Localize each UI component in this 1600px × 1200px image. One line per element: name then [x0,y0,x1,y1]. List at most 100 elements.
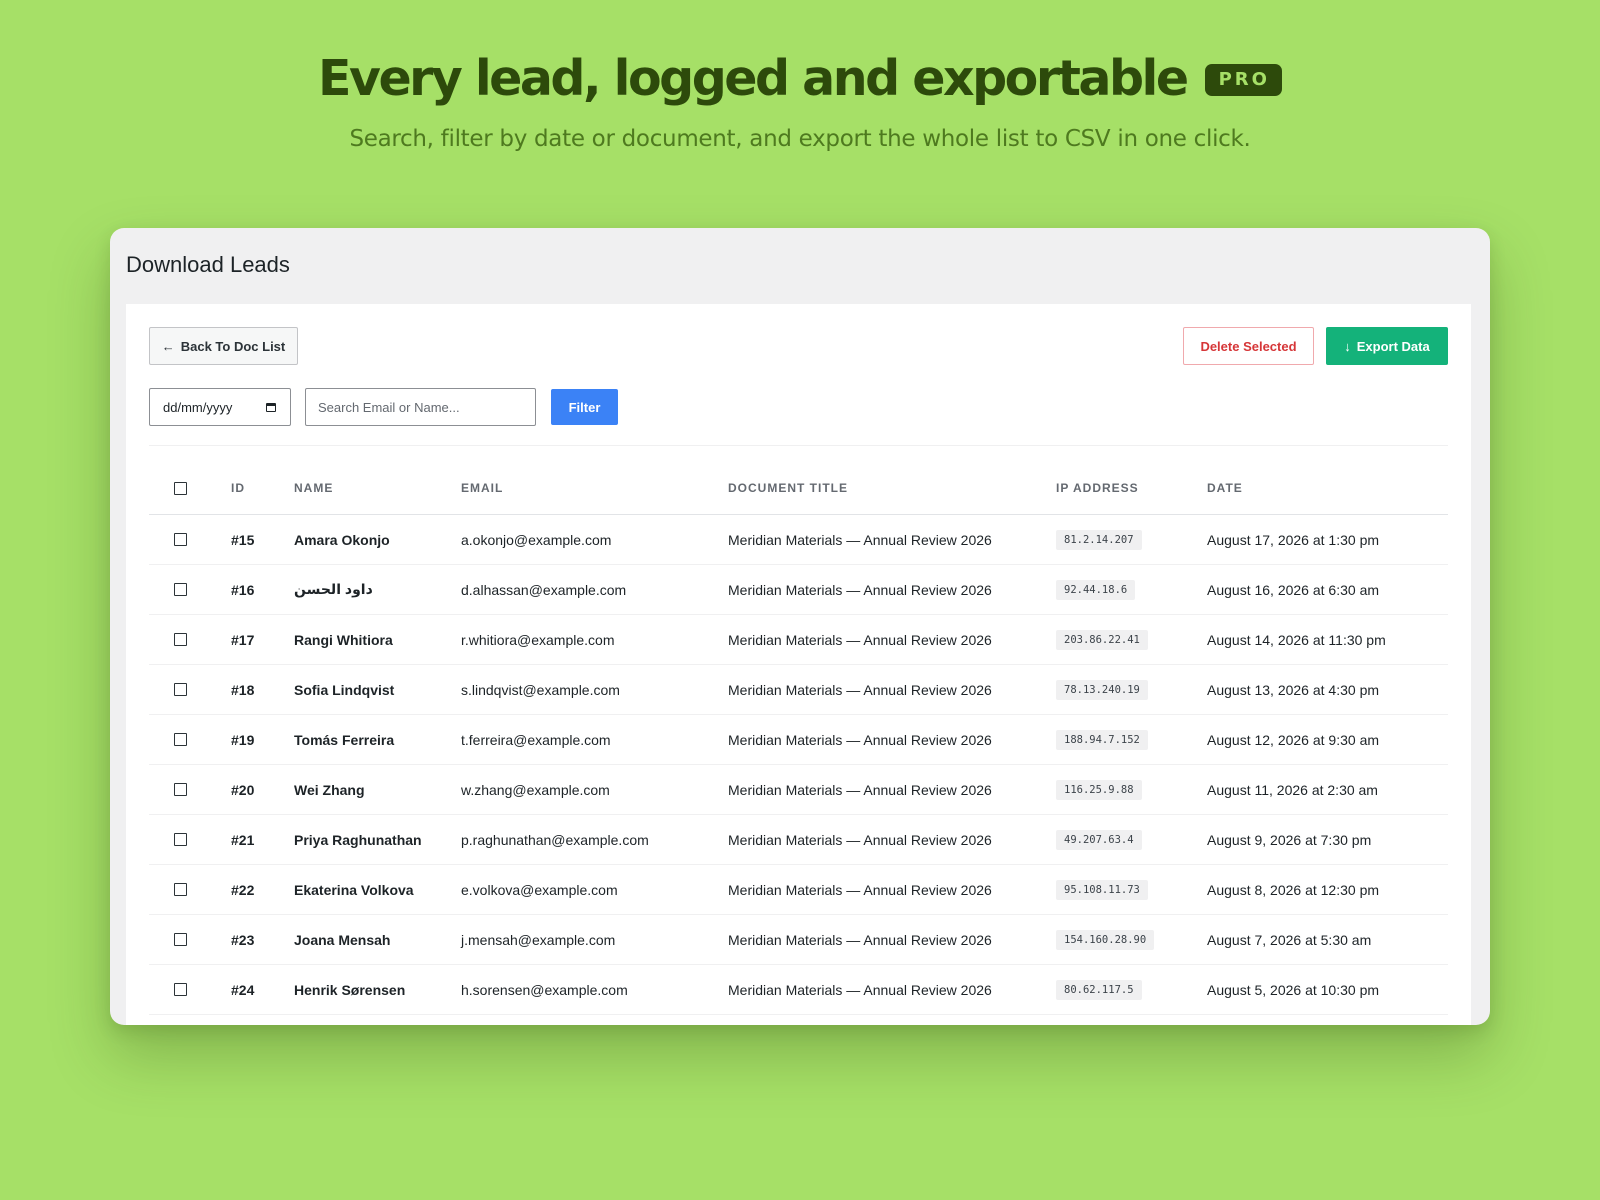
lead-ip-cell: 49.207.63.4 [1056,814,1207,865]
row-checkbox[interactable] [174,583,187,596]
lead-ip-address: 49.207.63.4 [1056,829,1142,850]
row-select-cell [149,614,231,665]
row-checkbox[interactable] [174,783,187,796]
lead-id: #19 [231,714,294,765]
back-to-doc-list-button[interactable]: ← Back To Doc List [149,327,298,365]
lead-date: August 5, 2026 at 10:30 pm [1207,964,1448,1015]
leads-panel: ← Back To Doc List Delete Selected ↓ Exp… [126,304,1471,1025]
lead-date: August 13, 2026 at 4:30 pm [1207,664,1448,715]
row-checkbox[interactable] [174,683,187,696]
filter-button-label: Filter [568,399,601,415]
row-select-cell [149,514,231,565]
leads-table: ID NAME EMAIL DOCUMENT TITLE IP ADDRESS … [149,462,1448,1015]
lead-document-title: Meridian Materials — Annual Review 2026 [728,964,1056,1015]
row-select-cell [149,814,231,865]
arrow-left-icon: ← [161,338,175,354]
lead-email-link[interactable]: t.ferreira@example.com [461,714,728,765]
row-checkbox[interactable] [174,633,187,646]
table-row: #20 Wei Zhang w.zhang@example.com Meridian … [149,764,1448,815]
lead-email-link[interactable]: d.alhassan@example.com [461,564,728,615]
lead-date: August 12, 2026 at 9:30 am [1207,714,1448,765]
lead-ip-cell: 92.44.18.6 [1056,564,1207,615]
search-input[interactable] [305,388,536,426]
hero-title: Every lead, logged and exportable [318,50,1189,107]
lead-ip-address: 92.44.18.6 [1056,579,1136,600]
column-header-id[interactable]: ID [231,462,294,515]
lead-email-link[interactable]: s.lindqvist@example.com [461,664,728,715]
lead-id: #16 [231,564,294,615]
delete-selected-button[interactable]: Delete Selected [1183,327,1314,365]
row-checkbox[interactable] [174,733,187,746]
lead-name: Rangi Whitiora [294,614,461,665]
date-placeholder: dd/mm/yyyy [163,399,233,415]
row-select-cell [149,914,231,965]
table-row: #24 Henrik Sørensen h.sorensen@example.com… [149,964,1448,1015]
date-filter-input[interactable]: dd/mm/yyyy [149,388,291,426]
lead-document-title: Meridian Materials — Annual Review 2026 [728,714,1056,765]
lead-name: Amara Okonjo [294,514,461,565]
row-select-cell [149,664,231,715]
lead-date: August 14, 2026 at 11:30 pm [1207,614,1448,665]
lead-document-title: Meridian Materials — Annual Review 2026 [728,814,1056,865]
table-row: #15 Amara Okonjo a.okonjo@example.com Merid… [149,514,1448,565]
row-checkbox[interactable] [174,533,187,546]
lead-id: #22 [231,864,294,915]
row-select-cell [149,964,231,1015]
lead-email-link[interactable]: e.volkova@example.com [461,864,728,915]
column-header-ip-address[interactable]: IP ADDRESS [1056,462,1207,515]
row-select-cell [149,564,231,615]
lead-email-link[interactable]: w.zhang@example.com [461,764,728,815]
lead-document-title: Meridian Materials — Annual Review 2026 [728,514,1056,565]
table-row: #17 Rangi Whitiora r.whitiora@example.com M… [149,614,1448,665]
hero-subtitle: Search, filter by date or document, and … [349,126,1251,152]
lead-email-link[interactable]: r.whitiora@example.com [461,614,728,665]
row-checkbox[interactable] [174,933,187,946]
back-button-label: Back To Doc List [180,338,286,354]
calendar-icon[interactable] [266,402,276,412]
lead-date: August 17, 2026 at 1:30 pm [1207,514,1448,565]
row-checkbox[interactable] [174,833,187,846]
column-header-document-title[interactable]: DOCUMENT TITLE [728,462,1056,515]
row-checkbox[interactable] [174,983,187,996]
lead-email-link[interactable]: p.raghunathan@example.com [461,814,728,865]
lead-ip-address: 154.160.28.90 [1056,929,1155,950]
lead-document-title: Meridian Materials — Annual Review 2026 [728,914,1056,965]
lead-email-link[interactable]: a.okonjo@example.com [461,514,728,565]
lead-document-title: Meridian Materials — Annual Review 2026 [728,614,1056,665]
app-window: Download Leads ← Back To Doc List Delete… [110,228,1490,1025]
lead-name: Tomás Ferreira [294,714,461,765]
table-row: #23 Joana Mensah j.mensah@example.com Merid… [149,914,1448,965]
row-select-cell [149,714,231,765]
lead-email-link[interactable]: h.sorensen@example.com [461,964,728,1015]
lead-ip-cell: 116.25.9.88 [1056,764,1207,815]
table-body: #15 Amara Okonjo a.okonjo@example.com Merid… [149,514,1448,1015]
table-header-row: ID NAME EMAIL DOCUMENT TITLE IP ADDRESS … [149,462,1448,515]
select-all-checkbox[interactable] [174,481,187,495]
lead-name: Sofia Lindqvist [294,664,461,715]
lead-document-title: Meridian Materials — Annual Review 2026 [728,664,1056,715]
lead-ip-address: 81.2.14.207 [1056,529,1142,550]
lead-name: Joana Mensah [294,914,461,965]
export-data-button[interactable]: ↓ Export Data [1326,327,1448,365]
lead-id: #21 [231,814,294,865]
lead-ip-address: 78.13.240.19 [1056,679,1148,700]
lead-ip-cell: 154.160.28.90 [1056,914,1207,965]
row-select-cell [149,764,231,815]
lead-ip-address: 203.86.22.41 [1056,629,1148,650]
lead-date: August 11, 2026 at 2:30 am [1207,764,1448,815]
row-checkbox[interactable] [174,883,187,896]
lead-name: Wei Zhang [294,764,461,815]
select-all-cell [149,462,231,515]
row-select-cell [149,864,231,915]
lead-email-link[interactable]: j.mensah@example.com [461,914,728,965]
column-header-email[interactable]: EMAIL [461,462,728,515]
arrow-down-icon: ↓ [1344,338,1351,354]
table-row: #18 Sofia Lindqvist s.lindqvist@example.co… [149,664,1448,715]
table-row: #16 داود الحسن d.alhassan@example.com Merid… [149,564,1448,615]
lead-id: #15 [231,514,294,565]
filter-button[interactable]: Filter [551,389,618,425]
column-header-name[interactable]: NAME [294,462,461,515]
lead-ip-address: 188.94.7.152 [1056,729,1148,750]
column-header-date[interactable]: DATE [1207,462,1448,515]
pro-badge: PRO [1204,64,1282,96]
